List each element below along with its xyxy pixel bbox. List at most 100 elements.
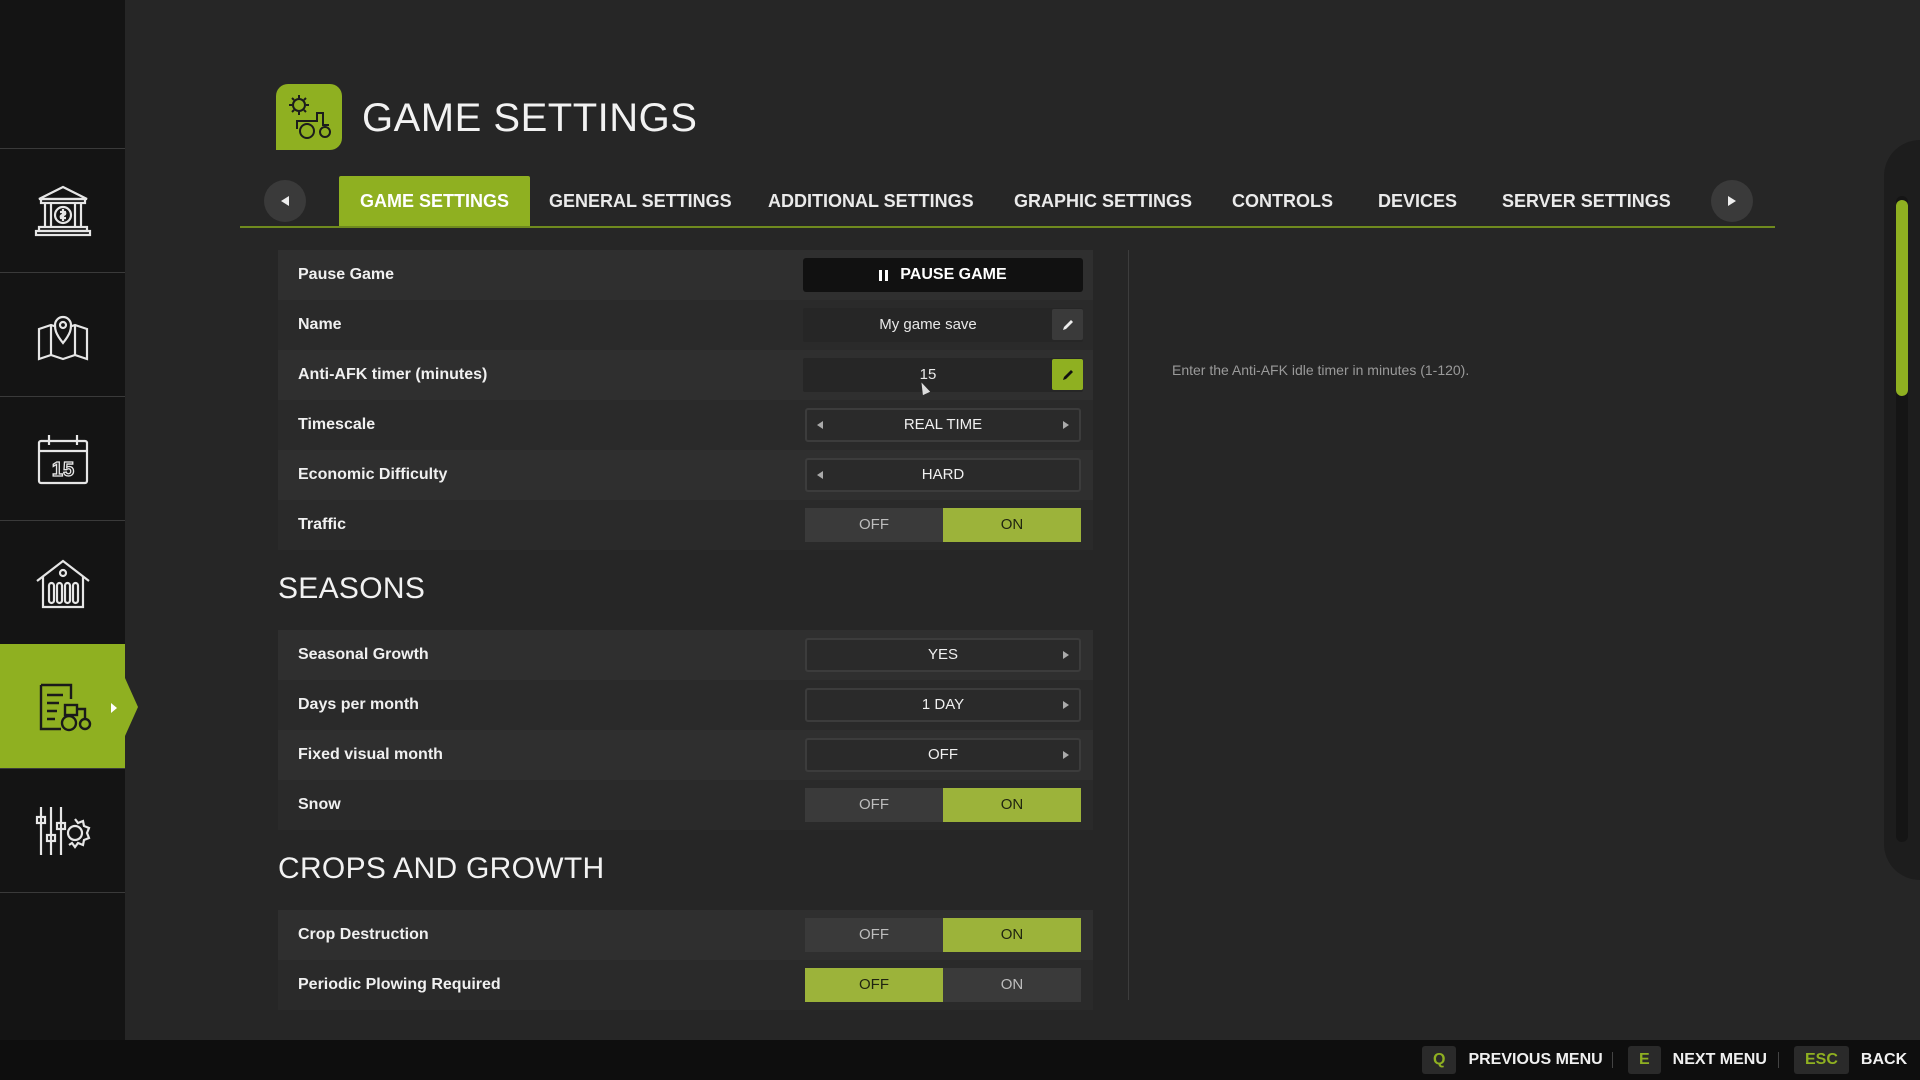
toggle-off-option[interactable]: OFF bbox=[805, 918, 943, 952]
panel-divider bbox=[1128, 250, 1129, 1000]
toggle-off-option[interactable]: OFF bbox=[805, 788, 943, 822]
tab-additional-settings[interactable]: ADDITIONAL SETTINGS bbox=[768, 176, 974, 226]
toggle-on-option[interactable]: ON bbox=[943, 968, 1081, 1002]
sidebar-divider bbox=[0, 892, 125, 893]
footer-bar: Q PREVIOUS MENU E NEXT MENU ESC BACK bbox=[0, 1040, 1920, 1080]
timescale-selector[interactable]: REAL TIME bbox=[805, 408, 1081, 442]
seasonal-growth-value: YES bbox=[927, 646, 958, 663]
sidebar-item-game-settings[interactable] bbox=[0, 644, 138, 768]
fixed-visual-month-value: OFF bbox=[928, 746, 958, 763]
sidebar-item-general-settings[interactable] bbox=[0, 768, 125, 892]
toggle-on-option[interactable]: ON bbox=[943, 918, 1081, 952]
days-per-month-value: 1 DAY bbox=[921, 696, 965, 713]
tractor-gear-icon bbox=[289, 95, 331, 139]
tab-bar: GAME SETTINGS GENERAL SETTINGS ADDITIONA… bbox=[240, 174, 1775, 228]
arrow-right-icon[interactable] bbox=[1063, 421, 1069, 429]
setting-row-fixed-visual-month: Fixed visual month OFF bbox=[278, 730, 1093, 780]
pencil-icon bbox=[1062, 369, 1073, 380]
hint-label: PREVIOUS MENU bbox=[1468, 1051, 1603, 1068]
setting-label: Crop Destruction bbox=[298, 926, 429, 943]
setting-row-days-per-month: Days per month 1 DAY bbox=[278, 680, 1093, 730]
days-per-month-selector[interactable]: 1 DAY bbox=[805, 688, 1081, 722]
economic-difficulty-value: HARD bbox=[921, 466, 965, 483]
scrollbar-thumb[interactable] bbox=[1896, 200, 1908, 396]
general-settings-icon bbox=[35, 806, 90, 855]
pencil-icon bbox=[1062, 319, 1073, 330]
tab-game-settings[interactable]: GAME SETTINGS bbox=[339, 176, 531, 226]
toggle-on-option[interactable]: ON bbox=[943, 508, 1081, 542]
sidebar-item-calendar[interactable]: 15 bbox=[0, 396, 125, 520]
setting-row-timescale: Timescale REAL TIME bbox=[278, 400, 1093, 450]
periodic-plowing-toggle[interactable]: OFF ON bbox=[805, 968, 1081, 1002]
economic-difficulty-selector[interactable]: HARD bbox=[805, 458, 1081, 492]
arrow-right-icon bbox=[1728, 196, 1736, 206]
save-name-value: My game save bbox=[879, 316, 977, 333]
barn-icon bbox=[35, 559, 90, 608]
back-hint[interactable]: ESC BACK bbox=[1794, 1046, 1907, 1074]
setting-row-seasonal-growth: Seasonal Growth YES bbox=[278, 630, 1093, 680]
tab-graphic-settings[interactable]: GRAPHIC SETTINGS bbox=[1014, 176, 1192, 226]
snow-toggle[interactable]: OFF ON bbox=[805, 788, 1081, 822]
sidebar-item-production[interactable] bbox=[0, 520, 125, 644]
toggle-off-option[interactable]: OFF bbox=[805, 508, 943, 542]
previous-menu-hint[interactable]: Q PREVIOUS MENU bbox=[1422, 1046, 1603, 1074]
arrow-right-icon[interactable] bbox=[1063, 751, 1069, 759]
toggle-off-option[interactable]: OFF bbox=[805, 968, 943, 1002]
setting-label: Name bbox=[298, 316, 342, 333]
sidebar-item-map[interactable] bbox=[0, 272, 125, 396]
help-text: Enter the Anti-AFK idle timer in minutes… bbox=[1172, 362, 1470, 378]
bank-icon bbox=[34, 185, 91, 236]
setting-row-name: Name My game save bbox=[278, 300, 1093, 350]
save-name-field[interactable]: My game save bbox=[803, 308, 1083, 342]
anti-afk-field[interactable]: 15 bbox=[803, 358, 1083, 392]
sidebar-item-finances[interactable] bbox=[0, 148, 125, 272]
setting-label: Fixed visual month bbox=[298, 746, 443, 763]
tab-general-settings[interactable]: GENERAL SETTINGS bbox=[549, 176, 732, 226]
setting-label: Traffic bbox=[298, 516, 347, 533]
tab-server-settings[interactable]: SERVER SETTINGS bbox=[1502, 176, 1671, 226]
setting-row-traffic: Traffic OFF ON bbox=[278, 500, 1093, 550]
key-badge: E bbox=[1628, 1046, 1661, 1074]
farm-settings-icon bbox=[39, 683, 91, 731]
key-badge: ESC bbox=[1794, 1046, 1849, 1074]
game-settings-header-icon bbox=[276, 84, 342, 150]
footer-divider bbox=[1612, 1052, 1613, 1068]
setting-label: Snow bbox=[298, 796, 341, 813]
setting-label: Seasonal Growth bbox=[298, 646, 429, 663]
arrow-right-icon[interactable] bbox=[1063, 701, 1069, 709]
page-title: GAME SETTINGS bbox=[362, 96, 698, 140]
pause-game-button[interactable]: PAUSE GAME bbox=[803, 258, 1083, 292]
edit-anti-afk-button[interactable] bbox=[1052, 359, 1083, 390]
arrow-right-icon[interactable] bbox=[1063, 651, 1069, 659]
setting-label: Timescale bbox=[298, 416, 376, 433]
arrow-left-icon bbox=[281, 196, 289, 206]
pause-icon bbox=[879, 269, 889, 281]
key-badge: Q bbox=[1422, 1046, 1457, 1074]
active-indicator-arrow bbox=[111, 703, 117, 713]
setting-row-economic-difficulty: Economic Difficulty HARD bbox=[278, 450, 1093, 500]
pause-game-button-label: PAUSE GAME bbox=[900, 266, 1007, 283]
toggle-on-option[interactable]: ON bbox=[943, 788, 1081, 822]
traffic-toggle[interactable]: OFF ON bbox=[805, 508, 1081, 542]
tab-prev-button[interactable] bbox=[264, 180, 306, 222]
setting-label: Economic Difficulty bbox=[298, 466, 448, 483]
hint-label: NEXT MENU bbox=[1672, 1051, 1767, 1068]
section-title-crops: CROPS AND GROWTH bbox=[278, 852, 605, 885]
tab-devices[interactable]: DEVICES bbox=[1378, 176, 1457, 226]
crop-destruction-toggle[interactable]: OFF ON bbox=[805, 918, 1081, 952]
setting-label: Pause Game bbox=[298, 266, 395, 283]
section-title-seasons: SEASONS bbox=[278, 572, 426, 605]
fixed-visual-month-selector[interactable]: OFF bbox=[805, 738, 1081, 772]
tab-controls[interactable]: CONTROLS bbox=[1232, 176, 1333, 226]
timescale-value: REAL TIME bbox=[903, 416, 983, 433]
setting-label: Days per month bbox=[298, 696, 419, 713]
edit-name-button[interactable] bbox=[1052, 309, 1083, 340]
tab-next-button[interactable] bbox=[1711, 180, 1753, 222]
setting-row-periodic-plowing: Periodic Plowing Required OFF ON bbox=[278, 960, 1093, 1010]
seasonal-growth-selector[interactable]: YES bbox=[805, 638, 1081, 672]
next-menu-hint[interactable]: E NEXT MENU bbox=[1628, 1046, 1767, 1074]
setting-label: Anti-AFK timer (minutes) bbox=[298, 366, 488, 383]
hint-label: BACK bbox=[1860, 1051, 1908, 1068]
footer-divider bbox=[1778, 1052, 1779, 1068]
map-icon bbox=[37, 315, 88, 361]
